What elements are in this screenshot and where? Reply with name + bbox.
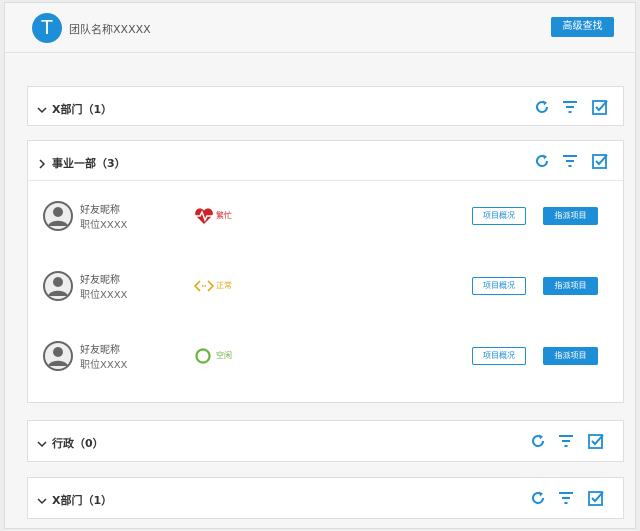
member-row: 好友昵称 职位XXXX 空闲 项目概况 指派项目 — [28, 329, 623, 385]
project-overview-button[interactable]: 项目概况 — [472, 277, 526, 295]
department-title: X部门（1） — [52, 103, 113, 116]
department-header[interactable]: X部门（1） — [28, 478, 623, 518]
assign-project-button[interactable]: 指派项目 — [543, 277, 598, 295]
status-label: 正常 — [216, 281, 232, 290]
refresh-icon[interactable] — [530, 433, 546, 449]
department-title: X部门（1） — [52, 494, 113, 507]
member-position: 职位XXXX — [80, 360, 128, 371]
member-row: 好友昵称 职位XXXX 正常 项目概况 指派项目 — [28, 259, 623, 315]
filter-icon[interactable] — [558, 490, 574, 506]
checkbox-select-icon[interactable] — [588, 433, 604, 449]
project-overview-button[interactable]: 项目概况 — [472, 347, 526, 365]
status-label: 空闲 — [216, 351, 232, 360]
department-panel: 事业一部（3） 好友昵称 职位XXXX 繁忙 项目概况 指派项目 好友昵称 职位… — [27, 140, 624, 403]
checkbox-select-icon[interactable] — [592, 153, 608, 169]
checkbox-select-icon[interactable] — [592, 99, 608, 115]
app-frame: T 团队名称XXXXX 高级查找 X部门（1） 事业一部（3） 好友昵称 职位X… — [4, 2, 636, 529]
chevron-right-icon[interactable] — [36, 155, 48, 169]
top-bar: T 团队名称XXXXX 高级查找 — [5, 3, 635, 53]
status-label: 繁忙 — [216, 211, 232, 220]
chevron-down-icon[interactable] — [36, 492, 48, 505]
member-row: 好友昵称 职位XXXX 繁忙 项目概况 指派项目 — [28, 189, 623, 245]
filter-icon[interactable] — [562, 153, 578, 169]
chevron-down-icon[interactable] — [36, 101, 48, 114]
assign-project-button[interactable]: 指派项目 — [543, 347, 598, 365]
assign-project-button[interactable]: 指派项目 — [543, 207, 598, 225]
code-arrows-icon — [193, 277, 215, 295]
user-avatar-icon — [43, 341, 73, 371]
refresh-icon[interactable] — [534, 153, 550, 169]
project-overview-button[interactable]: 项目概况 — [472, 207, 526, 225]
member-name: 好友昵称 — [80, 205, 120, 216]
department-panel: 行政（0） — [27, 420, 624, 462]
member-position: 职位XXXX — [80, 220, 128, 231]
chevron-down-icon[interactable] — [36, 435, 48, 448]
heartbeat-icon — [194, 207, 214, 225]
department-header[interactable]: 行政（0） — [28, 421, 623, 461]
member-name: 好友昵称 — [80, 345, 120, 356]
user-avatar-icon — [43, 271, 73, 301]
ring-icon — [194, 347, 214, 365]
filter-icon[interactable] — [562, 99, 578, 115]
department-panel: X部门（1） — [27, 86, 624, 126]
member-name: 好友昵称 — [80, 275, 120, 286]
department-header[interactable]: X部门（1） — [28, 87, 623, 127]
refresh-icon[interactable] — [530, 490, 546, 506]
department-header[interactable]: 事业一部（3） — [28, 141, 623, 181]
member-position: 职位XXXX — [80, 290, 128, 301]
advanced-search-button[interactable]: 高级查找 — [551, 17, 614, 37]
checkbox-select-icon[interactable] — [588, 490, 604, 506]
refresh-icon[interactable] — [534, 99, 550, 115]
department-title: 事业一部（3） — [52, 157, 126, 170]
user-avatar-icon — [43, 201, 73, 231]
filter-icon[interactable] — [558, 433, 574, 449]
team-name: 团队名称XXXXX — [69, 23, 151, 36]
department-title: 行政（0） — [52, 437, 104, 450]
department-panel: X部门（1） — [27, 477, 624, 519]
team-logo: T — [32, 13, 62, 43]
